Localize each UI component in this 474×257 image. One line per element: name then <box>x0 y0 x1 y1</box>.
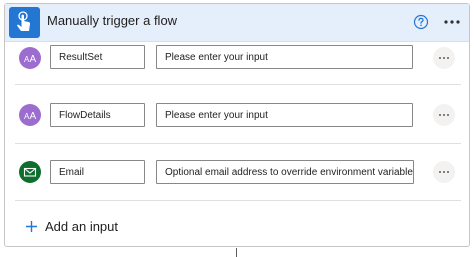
input-value-field[interactable]: Please enter your input <box>156 103 413 127</box>
text-input-icon: A A <box>19 47 41 69</box>
input-value-field[interactable]: Optional email address to override envir… <box>156 160 414 184</box>
help-circle-icon[interactable] <box>413 14 429 30</box>
input-value-field[interactable]: Please enter your input <box>156 45 413 69</box>
row-divider <box>15 84 461 85</box>
email-icon <box>19 161 41 183</box>
more-horizontal-icon[interactable] <box>433 161 455 183</box>
plus-icon <box>25 220 38 233</box>
row-divider <box>15 143 461 144</box>
connector-line <box>236 248 237 257</box>
touch-hand-icon <box>9 7 40 38</box>
more-horizontal-icon[interactable] <box>433 104 455 126</box>
svg-text:A: A <box>30 111 37 122</box>
input-name-field[interactable]: FlowDetails <box>50 103 145 127</box>
page-title: Manually trigger a flow <box>47 13 178 28</box>
more-horizontal-icon[interactable] <box>433 47 455 69</box>
add-input-button[interactable]: Add an input <box>25 216 118 236</box>
add-input-label: Add an input <box>45 218 119 234</box>
text-input-icon: A A <box>19 104 41 126</box>
row-divider <box>15 200 461 201</box>
svg-text:A: A <box>30 54 37 65</box>
input-name-field[interactable]: Email <box>50 160 145 184</box>
more-horizontal-icon[interactable] <box>442 13 462 31</box>
input-name-field[interactable]: ResultSet <box>50 45 145 69</box>
card-header[interactable]: Manually trigger a flow <box>5 4 469 42</box>
trigger-card: Manually trigger a flow A A ResultSet Pl… <box>4 3 470 247</box>
